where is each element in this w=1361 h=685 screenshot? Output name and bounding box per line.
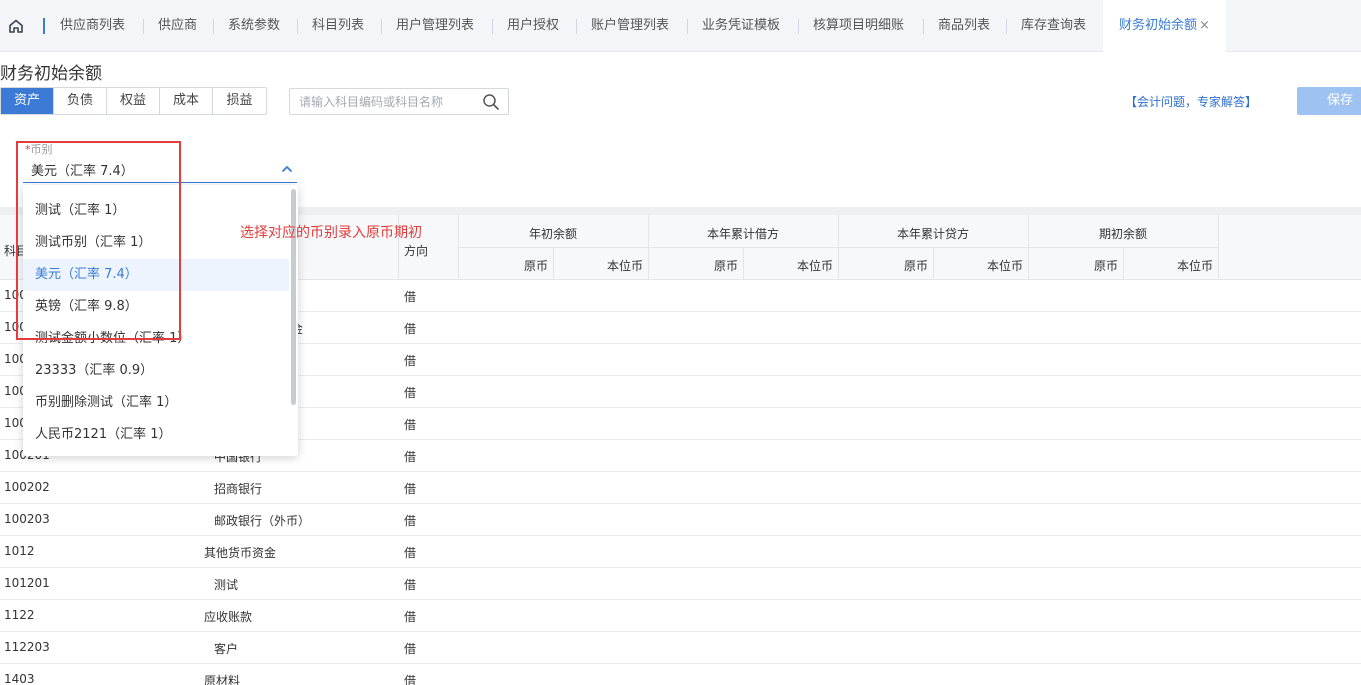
col-sub-header: 本位币 [606, 259, 643, 273]
balance-direction: 借 [404, 514, 417, 528]
tab-divider [381, 19, 382, 34]
chevron-up-icon[interactable] [281, 163, 293, 178]
account-name: 测试 [214, 578, 239, 592]
tab-divider [798, 19, 799, 34]
col-sub-header: 原币 [523, 259, 548, 273]
col-group-header: 期初余额 [1098, 227, 1147, 241]
tab-divider [297, 19, 298, 34]
account-code: 1012 [4, 544, 35, 558]
category-tab[interactable]: 资产 [1, 88, 54, 114]
table-row[interactable]: 112203 客户 借 [0, 632, 1361, 664]
balance-direction: 借 [404, 450, 417, 464]
table-row[interactable]: 100202 招商银行 借 [0, 472, 1361, 504]
account-code: 100202 [4, 480, 50, 494]
balance-direction: 借 [404, 290, 417, 304]
col-sub-header: 原币 [903, 259, 928, 273]
tab-divider [576, 19, 577, 34]
table-row[interactable]: 101201 测试 借 [0, 568, 1361, 600]
balance-direction: 借 [404, 386, 417, 400]
table-row[interactable]: 1012 其他货币资金 借 [0, 536, 1361, 568]
home-icon[interactable] [0, 0, 32, 52]
tab-item[interactable]: 供应商列表 [60, 0, 125, 52]
search-input[interactable] [290, 89, 475, 114]
table-row[interactable]: 1403 原材料 借 [0, 664, 1361, 685]
category-tab[interactable]: 成本 [160, 88, 213, 114]
tab-bar: 供应商列表 供应商 系统参数 科目列表 用户管理列表 用户授权 账户管理列表 业务凭证模板 核算… [0, 0, 1361, 52]
tab-item[interactable]: 系统参数 [228, 0, 280, 52]
col-header-direction: 方向 [404, 244, 429, 258]
col-sub-header: 原币 [713, 259, 738, 273]
account-name: 客户 [214, 642, 239, 656]
balance-direction: 借 [404, 610, 417, 624]
search-box [289, 88, 509, 115]
tab-item[interactable]: 用户管理列表 [396, 0, 474, 52]
col-sub-header: 本位币 [796, 259, 833, 273]
annotation-highlight-box [16, 141, 181, 340]
balance-direction: 借 [404, 354, 417, 368]
page-title: 财务初始余额 [0, 64, 102, 84]
tab-item[interactable]: 科目列表 [312, 0, 364, 52]
currency-option[interactable]: 人民币2121（汇率 1） [23, 419, 289, 451]
account-code: 112203 [4, 640, 50, 654]
balance-direction: 借 [404, 482, 417, 496]
col-sub-header: 本位币 [1176, 259, 1213, 273]
tab-item[interactable]: 用户授权 [507, 0, 559, 52]
tab-divider [923, 19, 924, 34]
balance-direction: 借 [404, 418, 417, 432]
account-name: 原材料 [204, 674, 241, 685]
col-sub-header: 原币 [1093, 259, 1118, 273]
account-code: 100203 [4, 512, 50, 526]
tab-divider [1006, 19, 1007, 34]
tab-divider [687, 19, 688, 34]
header-divider [1218, 215, 1219, 280]
close-icon[interactable]: × [1199, 18, 1210, 33]
search-icon[interactable] [482, 93, 500, 114]
balance-direction: 借 [404, 642, 417, 656]
account-name: 其他货币资金 [204, 546, 277, 560]
account-code: 101201 [4, 576, 50, 590]
expert-help-link[interactable]: 【会计问题，专家解答】 [1125, 93, 1257, 110]
tab-item[interactable]: 业务凭证模板 [702, 0, 780, 52]
balance-direction: 借 [404, 674, 417, 685]
tab-item[interactable]: 供应商 [158, 0, 197, 52]
annotation-text: 选择对应的币别录入原币期初 [240, 225, 422, 241]
account-name: 邮政银行（外币） [214, 514, 311, 528]
balance-direction: 借 [404, 546, 417, 560]
col-group-header: 本年累计贷方 [896, 227, 969, 241]
tab-active-label: 财务初始余额 [1119, 18, 1198, 33]
tab-divider [213, 19, 214, 34]
account-name: 招商银行 [214, 482, 263, 496]
tab-item[interactable]: 库存查询表 [1021, 0, 1086, 52]
tab-item[interactable]: 账户管理列表 [591, 0, 669, 52]
tab-active[interactable]: 财务初始余额 × [1103, 0, 1226, 52]
tab-item[interactable]: 核算项目明细账 [813, 0, 904, 52]
category-tabs: 资产 负债 权益 成本 损益 [0, 87, 267, 115]
table-row[interactable]: 1122 应收账款 借 [0, 600, 1361, 632]
category-tab[interactable]: 负债 [54, 88, 107, 114]
table-row[interactable]: 100203 邮政银行（外币） 借 [0, 504, 1361, 536]
account-name: 应收账款 [204, 610, 253, 624]
col-group-header: 本年累计借方 [706, 227, 779, 241]
currency-option[interactable]: 币别删除测试（汇率 1） [23, 387, 289, 419]
tab-separator [43, 18, 45, 34]
account-code: 1122 [4, 608, 35, 622]
tab-item[interactable]: 商品列表 [938, 0, 990, 52]
balance-direction: 借 [404, 322, 417, 336]
save-button[interactable]: 保存 [1297, 87, 1361, 115]
category-tab[interactable]: 权益 [107, 88, 160, 114]
tab-divider [143, 19, 144, 34]
balance-direction: 借 [404, 578, 417, 592]
account-code: 1403 [4, 672, 35, 685]
category-tab[interactable]: 损益 [213, 88, 266, 114]
currency-option[interactable]: 23333（汇率 0.9） [23, 355, 289, 387]
tab-divider [492, 19, 493, 34]
col-group-header: 年初余额 [528, 227, 577, 241]
col-sub-header: 本位币 [986, 259, 1023, 273]
